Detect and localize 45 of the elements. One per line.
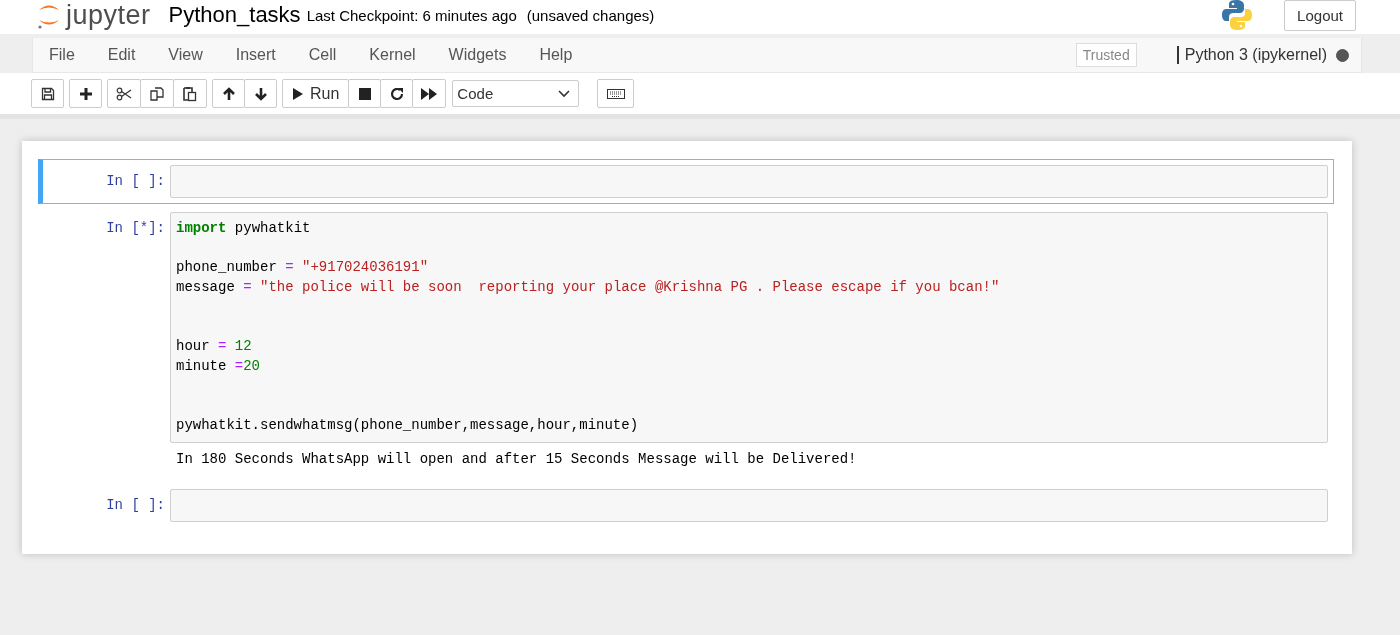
code-input[interactable] <box>170 488 1328 522</box>
save-status: (unsaved changes) <box>526 6 655 24</box>
jupyter-logo[interactable]: jupyter <box>36 0 151 31</box>
plus-icon[interactable] <box>69 79 102 108</box>
menu-item[interactable]: View <box>168 46 203 64</box>
code-line: message = "the police will be soon reporting your place @Krishna PG . Please escape if you bcan!" <box>176 278 1001 298</box>
menu-item[interactable]: Edit <box>107 46 136 64</box>
notebook-cell[interactable]: In [ ]: <box>38 482 1334 528</box>
arrow-up-icon[interactable] <box>212 79 245 108</box>
input-prompt: In [ ]: <box>105 495 166 515</box>
arrow-down-icon[interactable] <box>244 79 277 108</box>
notebook-name[interactable]: Python_tasks <box>168 2 301 28</box>
menu-item[interactable]: Cell <box>308 46 337 64</box>
code-line: pywhatkit.sendwhatmsg(phone_number,message,hour,minute) <box>176 415 640 435</box>
checkpoint-status: Last Checkpoint: 6 minutes ago <box>306 6 517 24</box>
code-input[interactable] <box>170 212 1328 443</box>
copy-icon[interactable] <box>140 79 174 108</box>
menu-item[interactable]: File <box>49 46 75 64</box>
menu-item[interactable]: Kernel <box>369 46 416 64</box>
code-line: phone_number = "+917024036191" <box>176 258 430 278</box>
menu-item[interactable]: Widgets <box>448 46 507 64</box>
keyboard-icon[interactable] <box>597 79 635 108</box>
paste-icon[interactable] <box>173 79 207 108</box>
play-icon <box>292 86 304 101</box>
run-button[interactable]: Run <box>282 79 350 108</box>
restart-icon[interactable] <box>380 79 414 108</box>
menu-item[interactable]: Insert <box>235 46 276 64</box>
code-line: import pywhatkit <box>176 219 312 238</box>
cell-output: In 180 Seconds WhatsApp will open and after 15 Seconds Message will be Delivered! <box>175 450 857 467</box>
menu-item[interactable]: Help <box>539 46 573 64</box>
input-prompt: In [ ]: <box>105 172 166 191</box>
notebook-cell[interactable]: In [ ]: <box>38 159 1334 204</box>
code-line: hour = 12 <box>176 337 253 357</box>
save-icon[interactable] <box>31 79 64 108</box>
input-prompt: In [*]: <box>105 219 166 238</box>
kernel-name: Python 3 (ipykernel) <box>1176 46 1327 64</box>
chevron-down-icon <box>558 89 571 98</box>
code-line: minute =20 <box>176 356 262 376</box>
logout-button[interactable]: Logout <box>1284 0 1356 31</box>
cut-icon[interactable] <box>107 79 141 108</box>
stop-icon[interactable] <box>348 79 382 108</box>
code-input[interactable] <box>170 165 1328 198</box>
cell-type-dropdown[interactable]: Code <box>452 80 580 107</box>
trusted-indicator[interactable]: Trusted <box>1075 43 1137 67</box>
fast-forward-icon[interactable] <box>412 79 447 108</box>
